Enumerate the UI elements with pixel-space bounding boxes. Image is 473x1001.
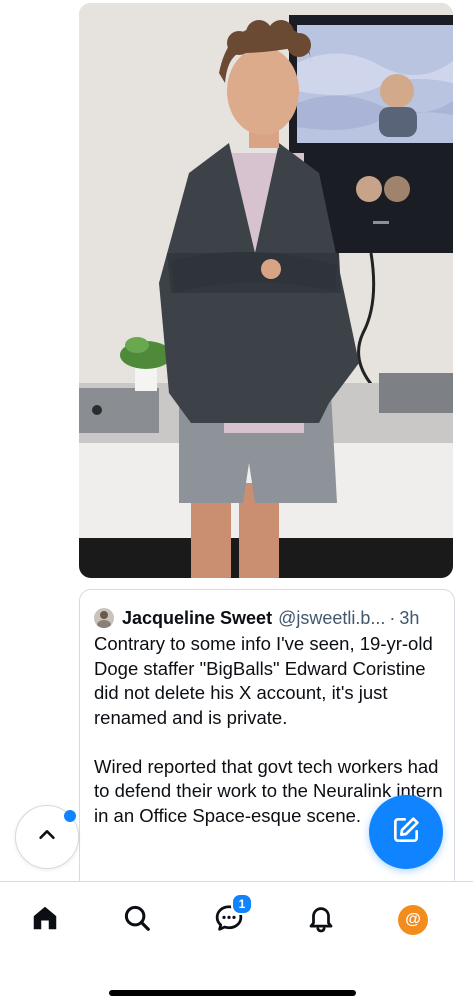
compose-icon [390, 814, 422, 851]
home-icon [30, 903, 60, 938]
author-name[interactable]: Jacqueline Sweet [122, 608, 272, 629]
home-indicator [109, 990, 356, 996]
post-photo [79, 3, 453, 578]
quote-paragraph: Contrary to some info I've seen, 19-yr-o… [94, 633, 433, 728]
separator-dot: · [389, 607, 396, 628]
bell-icon [306, 903, 336, 938]
compose-button[interactable] [369, 795, 443, 869]
nav-chat[interactable]: 1 [209, 893, 253, 940]
nav-notifications[interactable] [301, 900, 341, 940]
scroll-to-top-button[interactable] [15, 805, 79, 869]
search-icon [122, 903, 152, 938]
avatar: @ [398, 905, 428, 935]
nav-profile[interactable]: @ [393, 900, 433, 940]
post-image[interactable] [79, 3, 453, 578]
chat-badge: 1 [231, 893, 253, 915]
author-avatar[interactable] [94, 608, 114, 628]
nav-search[interactable] [117, 900, 157, 940]
new-posts-indicator [64, 810, 76, 822]
nav-home[interactable] [25, 900, 65, 940]
post-time: 3h [399, 607, 420, 628]
quote-header: Jacqueline Sweet @jsweetli.b... · 3h [94, 606, 442, 630]
author-handle[interactable]: @jsweetli.b... [278, 608, 385, 629]
bottom-nav: 1 @ [0, 881, 473, 1001]
chevron-up-icon [36, 824, 58, 851]
